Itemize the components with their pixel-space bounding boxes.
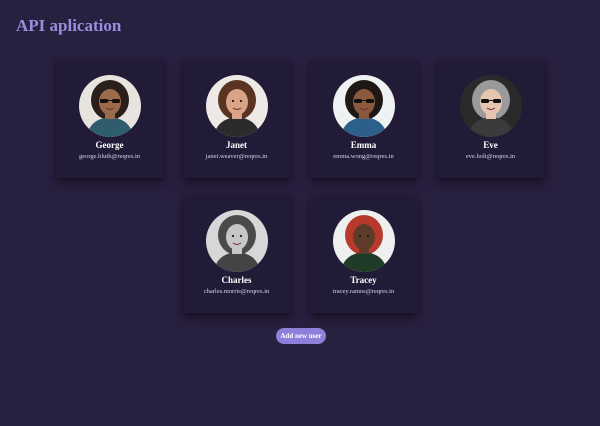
- avatar: [332, 75, 395, 137]
- app-title: API aplication: [16, 16, 122, 35]
- user-card: Eve eve.holt@reqres.in: [436, 60, 545, 178]
- avatar: [205, 75, 268, 137]
- avatar: [205, 210, 268, 272]
- user-name: George: [95, 140, 124, 150]
- user-email: george.bluth@reqres.in: [78, 153, 141, 160]
- user-name: Emma: [350, 140, 377, 150]
- user-card: Janet janet.weaver@reqres.in: [182, 60, 291, 178]
- user-card: Tracey tracey.ramos@reqres.in: [309, 195, 418, 313]
- user-grid: George george.bluth@reqres.in Janet jane…: [55, 60, 545, 313]
- user-email: eve.holt@reqres.in: [465, 153, 516, 160]
- avatar: [78, 75, 141, 137]
- avatar: [459, 75, 522, 137]
- user-name: Eve: [483, 140, 498, 150]
- user-email: charles.morris@reqres.in: [203, 288, 270, 295]
- user-card: Charles charles.morris@reqres.in: [182, 195, 291, 313]
- user-email: emma.wong@reqres.in: [333, 153, 394, 160]
- user-name: Tracey: [350, 275, 377, 285]
- user-email: janet.weaver@reqres.in: [205, 153, 268, 160]
- user-email: tracey.ramos@reqres.in: [332, 288, 395, 295]
- add-new-user-button[interactable]: Add new user: [276, 328, 326, 344]
- user-name: Charles: [221, 275, 252, 285]
- user-card: Emma emma.wong@reqres.in: [309, 60, 418, 178]
- user-name: Janet: [226, 140, 247, 150]
- user-card: George george.bluth@reqres.in: [55, 60, 164, 178]
- avatar: [332, 210, 395, 272]
